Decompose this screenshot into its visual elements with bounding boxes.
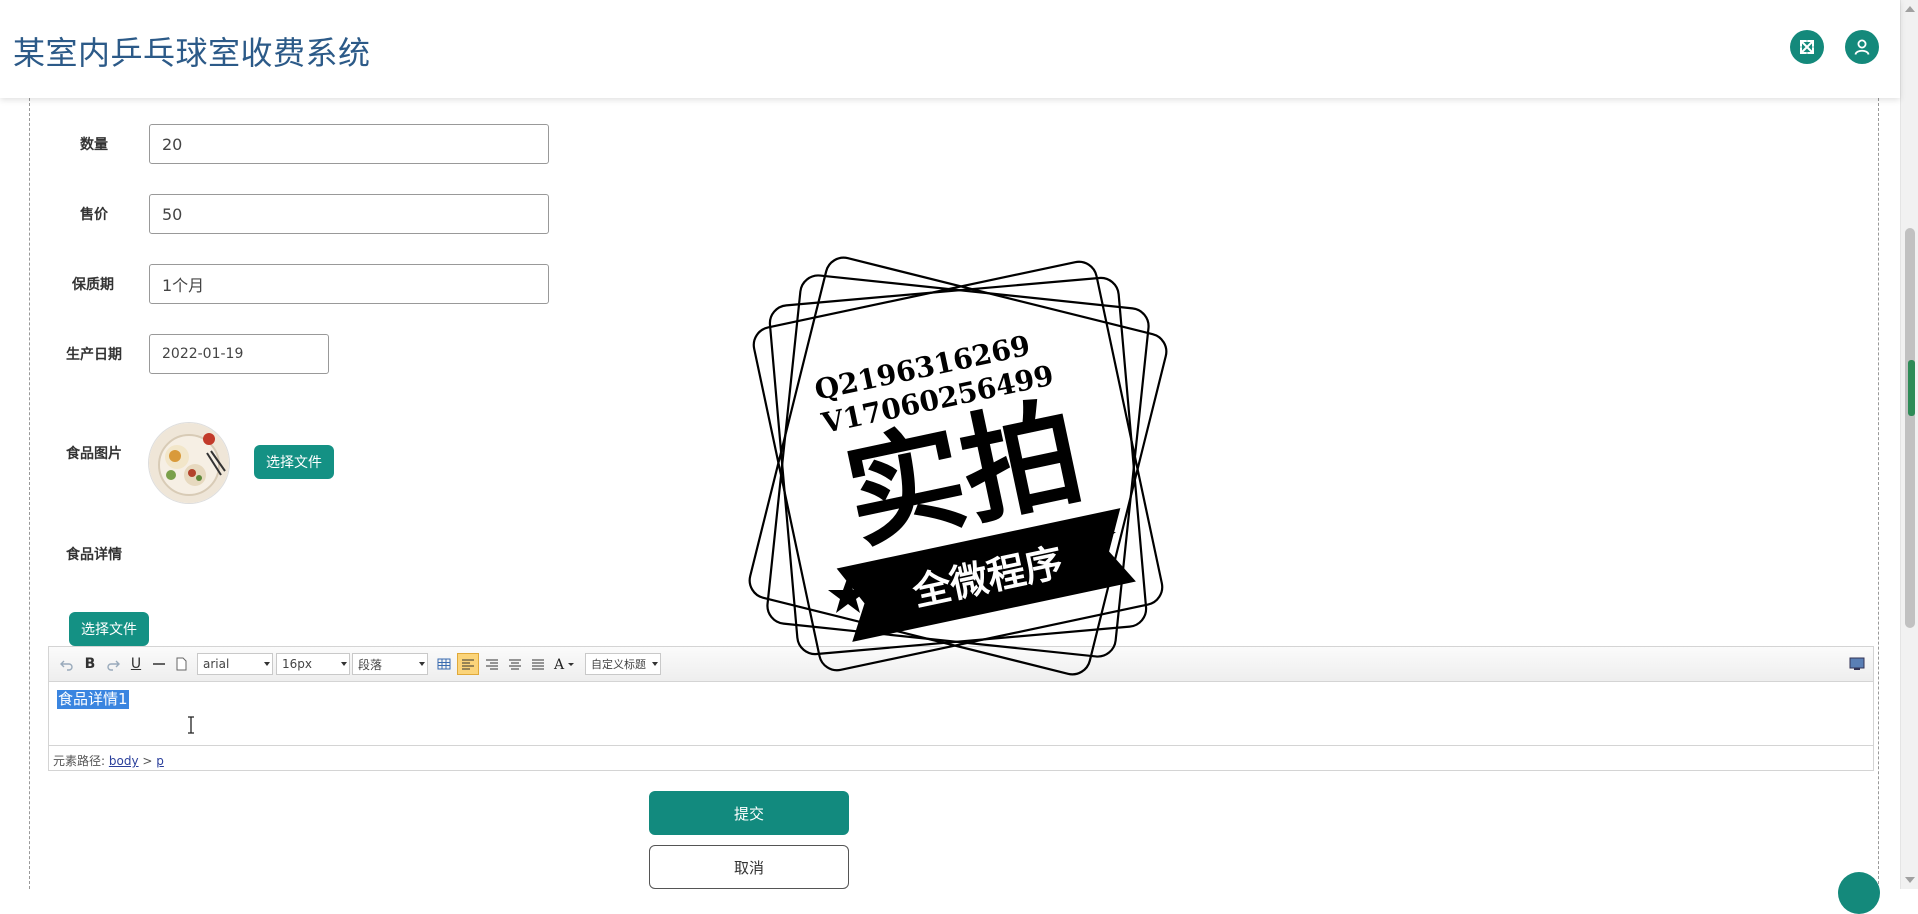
app-title: 某室内乒乓球室收费系统 [13, 34, 371, 72]
fullscreen-editor-button[interactable] [1847, 653, 1867, 675]
new-document-button[interactable] [171, 653, 191, 675]
production-date-label: 生产日期 [66, 347, 122, 363]
monitor-icon [1849, 657, 1865, 670]
watermark-line2: V17060256499 [818, 359, 1057, 441]
editor-toolbar: B U arial 16px 段落 A 自定义标题 [49, 647, 1873, 682]
star-icon [828, 576, 868, 613]
food-detail-choose-file-button[interactable]: 选择文件 [69, 612, 149, 646]
undo-button[interactable] [57, 653, 77, 675]
font-size-select[interactable]: 16px [276, 653, 350, 675]
font-family-value: arial [203, 657, 230, 671]
custom-title-select[interactable]: 自定义标题 [585, 653, 661, 675]
underline-icon: U [130, 656, 142, 672]
cancel-button[interactable]: 取消 [649, 845, 849, 889]
align-center-icon [509, 659, 521, 670]
food-detail-label: 食品详情 [66, 547, 122, 563]
rich-text-editor: B U arial 16px 段落 A 自定义标题 食品详情1 元素路径: bo… [48, 646, 1874, 771]
shelf-life-input[interactable]: 1个月 [149, 264, 549, 304]
editor-content-area[interactable]: 食品详情1 [49, 681, 1873, 745]
text-cursor-icon [186, 716, 196, 738]
font-color-button[interactable]: A [551, 653, 579, 675]
bold-button[interactable]: B [80, 653, 100, 675]
document-icon [176, 657, 187, 671]
paragraph-value: 段落 [358, 657, 383, 672]
align-left-icon [462, 659, 474, 670]
align-center-button[interactable] [505, 653, 525, 675]
horizontal-rule-button[interactable] [149, 653, 169, 675]
font-color-icon: A [553, 657, 574, 671]
chevron-down-icon [341, 662, 347, 666]
element-path-label: 元素路径: [53, 754, 106, 768]
align-right-button[interactable] [482, 653, 502, 675]
chevron-down-icon [652, 662, 658, 666]
underline-button[interactable]: U [126, 653, 146, 675]
path-body-link[interactable]: body [109, 754, 139, 768]
food-image-label: 食品图片 [66, 446, 122, 462]
quantity-label: 数量 [80, 137, 108, 153]
paragraph-select[interactable]: 段落 [352, 653, 428, 675]
horizontal-rule-icon [153, 663, 165, 665]
align-left-button[interactable] [457, 653, 479, 675]
align-right-icon [486, 659, 498, 670]
fullscreen-button[interactable] [1790, 30, 1824, 64]
shelf-life-label: 保质期 [72, 277, 114, 293]
font-size-value: 16px [282, 657, 312, 671]
scroll-up-arrow-icon[interactable] [1905, 6, 1915, 12]
price-input[interactable]: 50 [149, 194, 549, 234]
watermark-line1: Q2196316269 [812, 329, 1033, 407]
svg-text:A: A [553, 657, 565, 671]
food-image-thumbnail [149, 423, 229, 503]
chevron-down-icon [419, 662, 425, 666]
scrollbar-thumb[interactable] [1905, 228, 1915, 628]
star-icon [1076, 518, 1116, 555]
watermark-stamp: Q2196316269 V17060256499 实拍 全微程序 [748, 256, 1168, 676]
production-date-input[interactable]: 2022-01-19 [149, 334, 329, 374]
watermark-banner-text: 全微程序 [908, 540, 1067, 615]
floating-action-button[interactable] [1838, 872, 1880, 914]
align-justify-icon [532, 659, 544, 670]
table-icon [437, 658, 451, 670]
food-image-choose-file-button[interactable]: 选择文件 [254, 445, 334, 479]
quantity-input[interactable]: 20 [149, 124, 549, 164]
scroll-down-arrow-icon[interactable] [1905, 877, 1915, 883]
user-menu-button[interactable] [1845, 30, 1879, 64]
font-family-select[interactable]: arial [197, 653, 273, 675]
user-icon [1854, 39, 1870, 55]
redo-button[interactable] [103, 653, 123, 675]
align-justify-button[interactable] [528, 653, 548, 675]
chevron-down-icon [264, 662, 270, 666]
watermark-main-text: 实拍 [834, 382, 1094, 566]
custom-title-value: 自定义标题 [591, 658, 646, 671]
element-path-bar: 元素路径: body > p [49, 745, 1873, 772]
vertical-scrollbar[interactable] [1900, 0, 1918, 889]
price-label: 售价 [80, 207, 108, 223]
insert-table-button[interactable] [434, 653, 454, 675]
redo-icon [107, 660, 120, 671]
editor-selected-text: 食品详情1 [57, 690, 129, 709]
top-header: 某室内乒乓球室收费系统 [0, 0, 1900, 98]
submit-button[interactable]: 提交 [649, 791, 849, 835]
bold-icon: B [84, 656, 96, 672]
path-p-link[interactable]: p [156, 754, 164, 768]
undo-icon [60, 660, 73, 671]
path-separator: > [142, 754, 153, 768]
content-border-left [29, 98, 30, 889]
content-border-right [1878, 98, 1879, 889]
scroll-position-marker [1908, 360, 1915, 416]
expand-icon [1800, 40, 1814, 54]
